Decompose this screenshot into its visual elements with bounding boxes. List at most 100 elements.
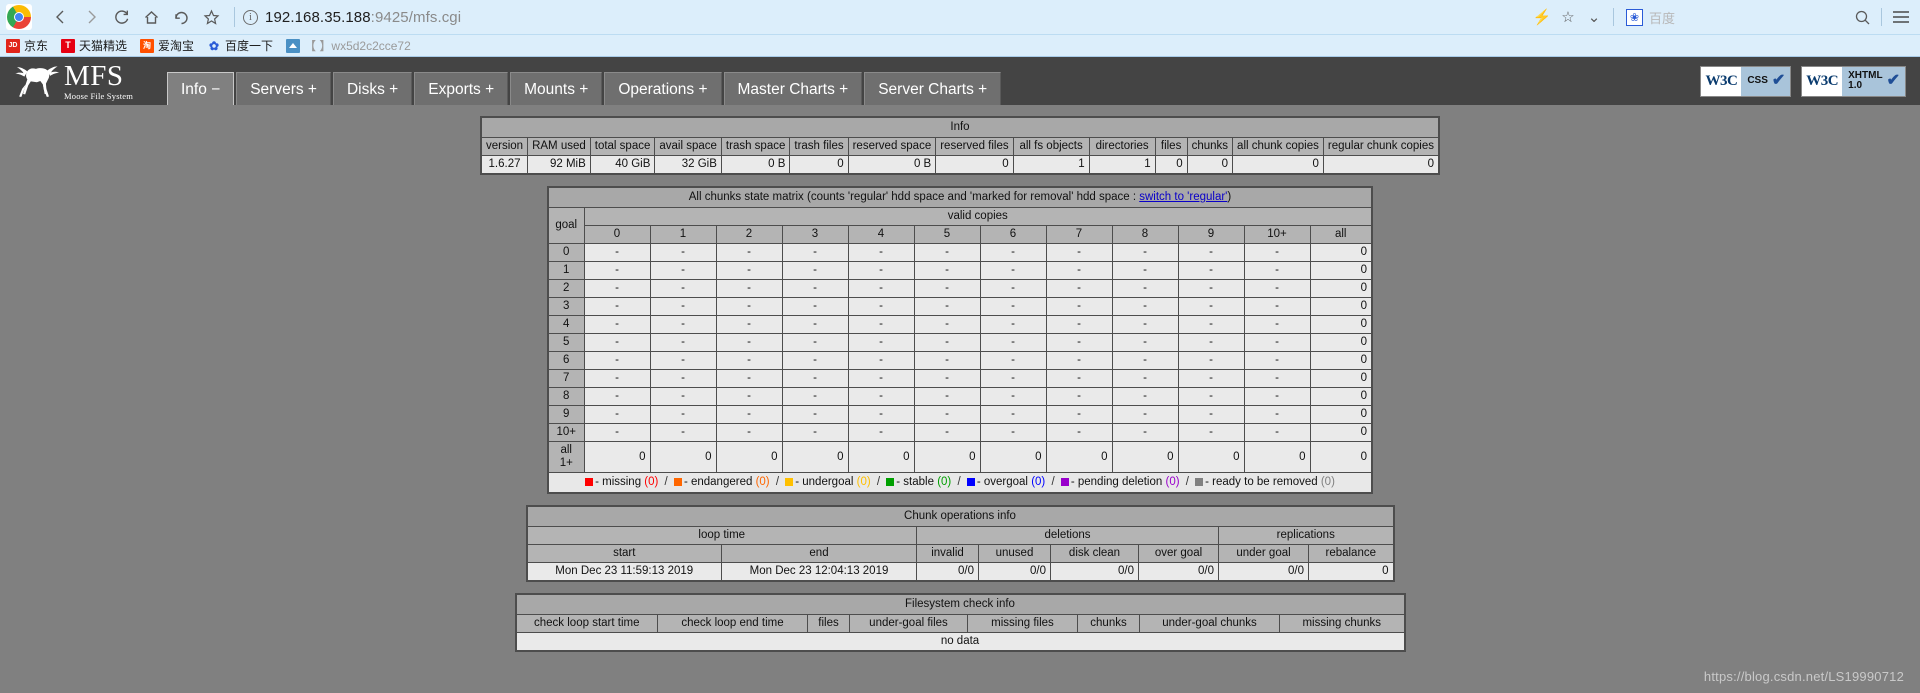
column-header: disk clean [1050, 544, 1139, 563]
w3c-css-badge[interactable]: W3C CSS ✔ [1700, 65, 1792, 97]
matrix-cell: - [913, 261, 981, 280]
matrix-cell: - [649, 351, 717, 370]
column-header: files [1154, 137, 1188, 156]
matrix-cell: - [583, 423, 651, 442]
tab-exports[interactable]: Exports + [414, 72, 509, 105]
matrix-cell: - [1111, 333, 1179, 352]
matrix-cell: - [1177, 351, 1245, 370]
matrix-cell: - [583, 351, 651, 370]
matrix-cell: - [913, 333, 981, 352]
column-header: files [807, 614, 850, 633]
star-icon[interactable]: ☆ [1555, 3, 1581, 31]
history-back-icon[interactable] [166, 2, 196, 32]
table-row: 0-----------0 [547, 243, 1373, 262]
matrix-cell: - [1111, 405, 1179, 424]
column-header: total space [589, 137, 656, 156]
switch-to-regular-link[interactable]: switch to 'regular' [1139, 191, 1227, 203]
lightning-icon[interactable]: ⚡ [1529, 3, 1555, 31]
table-cell: 40 GiB [589, 155, 656, 175]
tab-server-charts[interactable]: Server Charts + [864, 72, 1002, 105]
matrix-cell-all: 0 [1309, 297, 1373, 316]
hamburger-menu-icon[interactable] [1888, 3, 1914, 31]
column-header: start [526, 544, 722, 563]
table-row: 8-----------0 [547, 387, 1373, 406]
tab-info[interactable]: Info − [167, 72, 235, 105]
matrix-cell: - [913, 297, 981, 316]
tab-operations[interactable]: Operations + [604, 72, 722, 105]
goal-header: goal [547, 207, 585, 244]
browser-toolbar: i 192.168.35.188:9425/mfs.cgi ⚡ ☆ ⌄ ❀ 百度 [0, 0, 1920, 35]
matrix-cell: - [979, 315, 1047, 334]
table-row: 4-----------0 [547, 315, 1373, 334]
table-cell: 32 GiB [654, 155, 722, 175]
toolbar-divider [234, 7, 235, 27]
column-header: all fs objects [1012, 137, 1090, 156]
row-goal-label: 3 [547, 297, 585, 316]
matrix-cell: - [1111, 243, 1179, 262]
matrix-cell-all: 0 [1309, 261, 1373, 280]
legend-item: - missing (0) [585, 476, 658, 488]
bookmark-baidu[interactable]: ✿ 百度一下 [207, 37, 273, 54]
matrix-cell: - [847, 279, 915, 298]
matrix-cell: - [583, 387, 651, 406]
tab-master-charts[interactable]: Master Charts + [723, 72, 863, 105]
legend-color-swatch [886, 478, 895, 486]
matrix-cell: - [1045, 297, 1113, 316]
browser-chrome: i 192.168.35.188:9425/mfs.cgi ⚡ ☆ ⌄ ❀ 百度… [0, 0, 1920, 57]
column-header: 7 [1045, 225, 1113, 244]
matrix-cell: - [913, 279, 981, 298]
site-info-icon[interactable]: i [243, 9, 258, 25]
bookmark-tmall[interactable]: T 天猫精选 [61, 37, 127, 54]
back-button[interactable] [46, 2, 76, 32]
forward-button[interactable] [76, 2, 106, 32]
table-cell: Mon Dec 23 11:59:13 2019 [526, 562, 722, 582]
legend-color-swatch [1195, 478, 1204, 486]
matrix-cell: - [715, 423, 783, 442]
check-icon: ✔ [1771, 72, 1786, 89]
matrix-cell: - [1177, 387, 1245, 406]
matrix-cell: - [1243, 369, 1311, 388]
matrix-cell: - [1111, 369, 1179, 388]
reload-button[interactable] [106, 2, 136, 32]
baidu-extension[interactable]: ❀ 百度 [1625, 8, 1675, 27]
tab-mounts[interactable]: Mounts + [510, 72, 603, 105]
toolbar-divider-2 [1612, 8, 1614, 26]
bookmark-label: 天猫精选 [79, 39, 128, 53]
w3c-xhtml-version: 1.0 [1848, 80, 1863, 91]
tab-servers[interactable]: Servers + [236, 72, 331, 105]
table-row: no data [515, 632, 1405, 652]
legend-color-swatch [585, 478, 594, 486]
matrix-legend-row: - missing (0) / - endangered (0) / - und… [547, 472, 1373, 494]
home-button[interactable] [136, 2, 166, 32]
column-header: trash files [789, 137, 849, 156]
column-header: under-goal files [849, 614, 968, 633]
table-row: 10+ - - - - - - - - - - -0 [547, 423, 1373, 442]
matrix-cell: - [979, 387, 1047, 406]
matrix-cell: - [715, 315, 783, 334]
w3c-xhtml-badge[interactable]: W3C XHTML 1.0 ✔ [1801, 65, 1906, 97]
address-bar[interactable]: i 192.168.35.188:9425/mfs.cgi [243, 2, 1529, 32]
matrix-cell: 0 [1045, 441, 1113, 473]
logo-subtitle: Moose File System [64, 90, 134, 101]
table-cell: 1.6.27 [480, 155, 529, 175]
bookmark-wx[interactable]: 【 】wx5d2c2cce72 [286, 37, 411, 54]
bookmark-jd[interactable]: JD 京东 [6, 37, 48, 54]
logo-title: MFS [64, 59, 124, 92]
bookmark-star-icon[interactable] [196, 2, 226, 32]
matrix-cell: - [583, 279, 651, 298]
matrix-cell: 0 [649, 441, 717, 473]
column-header: RAM used [527, 137, 591, 156]
row-goal-label: 10+ [547, 423, 585, 442]
bookmark-label: 京东 [24, 39, 49, 53]
chevron-down-icon[interactable]: ⌄ [1581, 3, 1607, 31]
legend-item: - pending deletion (0) [1060, 476, 1180, 488]
column-header: 10+ [1243, 225, 1311, 244]
tab-disks[interactable]: Disks + [332, 72, 413, 105]
legend-separator: / [1182, 476, 1193, 488]
search-icon[interactable] [1849, 3, 1875, 31]
filesystem-check-table: Filesystem check info check loop start ti… [514, 593, 1406, 652]
matrix-cell: - [1045, 351, 1113, 370]
matrix-cell-all: 0 [1309, 243, 1373, 262]
table-group-header-row: loop time deletions replications [526, 526, 1394, 545]
bookmark-taobao[interactable]: 淘 爱淘宝 [140, 37, 194, 54]
